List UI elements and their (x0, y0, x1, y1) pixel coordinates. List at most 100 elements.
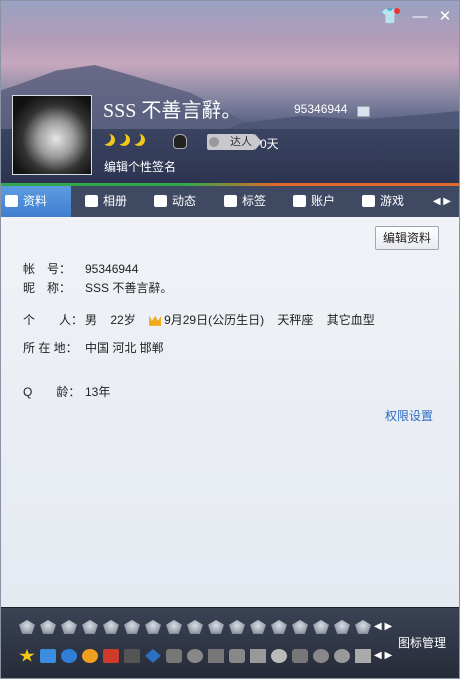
location-label: 所 在 地： (23, 341, 78, 355)
tab-bar: 资料 相册 动态 标签 账户 游戏 ◀ ▶ (1, 186, 459, 217)
diamond-icon[interactable] (187, 619, 203, 634)
permission-settings-link[interactable]: 权限设置 (385, 407, 433, 424)
camera-icon[interactable] (40, 648, 56, 663)
edit-icon[interactable] (355, 648, 371, 663)
icon-row-1-scroll-arrows[interactable]: ◀ ▶ (374, 621, 392, 632)
tab-feed[interactable]: 动态 (150, 186, 196, 217)
feed-icon (154, 195, 167, 207)
pai-icon[interactable] (334, 648, 350, 663)
age-value: 22岁 (110, 313, 136, 327)
birthday-value: 9月29日(公历生日) (164, 313, 265, 327)
diamond-icon[interactable] (229, 619, 245, 634)
heart-icon[interactable] (355, 619, 371, 634)
computer-icon[interactable] (145, 619, 161, 634)
nickname-value: SSS 不善言辭。 (85, 281, 173, 295)
nickname-label: 昵 称： (23, 281, 72, 295)
signature-field[interactable]: 编辑个性签名 (104, 158, 176, 175)
qq-number: 95346944 (294, 102, 348, 116)
tab-label: 账户 (311, 194, 336, 208)
penguin-icon[interactable] (103, 619, 119, 634)
game-icon[interactable] (103, 648, 119, 663)
edit-profile-button[interactable]: 编辑资料 (375, 226, 439, 250)
briefcase-icon (293, 195, 306, 207)
account-row: 帐 号： 95346944 (23, 260, 138, 277)
blood-type-value: 其它血型 (326, 313, 375, 327)
pet-icon[interactable] (271, 648, 287, 663)
account-value: 95346944 (85, 262, 139, 276)
service-icon-row-2 (19, 648, 376, 666)
diamond-icon[interactable] (208, 619, 224, 634)
qage-row: Q 龄： 13年 (23, 383, 110, 400)
nickname-title: SSS 不善言辭。 (103, 100, 242, 122)
location-value: 中国 河北 邯郸 (85, 341, 164, 355)
shield-icon[interactable] (166, 648, 182, 663)
diamond-icon[interactable] (271, 619, 287, 634)
music-icon[interactable] (187, 648, 203, 663)
tab-scroll-arrows[interactable]: ◀ ▶ (433, 186, 451, 217)
notification-dot (394, 8, 400, 14)
star-icon[interactable] (19, 648, 35, 662)
heart-icon[interactable] (19, 619, 35, 634)
profile-content: 编辑资料 帐 号： 95346944 昵 称： SSS 不善言辭。 个 人：男 22… (1, 217, 459, 607)
shield-icon[interactable] (292, 648, 308, 663)
tab-label: 资料 (23, 194, 48, 208)
film-icon[interactable] (208, 648, 224, 663)
app-icon[interactable] (124, 648, 140, 663)
nickname-row: 昵 称： SSS 不善言辭。 (23, 279, 172, 296)
gender-value: 男 (85, 313, 98, 327)
minimize-button[interactable]: — (409, 7, 431, 27)
tab-album[interactable]: 相册 (81, 186, 127, 217)
qzone-icon[interactable] (61, 648, 77, 663)
location-row: 所 在 地： 中国 河北 邯郸 (23, 339, 164, 356)
heart-icon[interactable] (40, 619, 56, 634)
text-icon[interactable] (250, 648, 266, 663)
moon-icon (103, 134, 115, 146)
tab-games[interactable]: 游戏 (358, 186, 404, 217)
diamond-icon[interactable] (250, 619, 266, 634)
skin-button[interactable]: 👕 (379, 7, 401, 27)
close-button[interactable]: ✕ (434, 7, 456, 27)
moon-icon (133, 134, 145, 146)
bookmark-icon (224, 195, 237, 207)
avatar[interactable] (12, 95, 92, 175)
profile-header: 👕 — ✕ SSS 不善言辭。 95346944 达人 0天 编辑个性签名 (1, 1, 459, 186)
icon-row-2-scroll-arrows[interactable]: ◀ ▶ (374, 650, 392, 661)
personal-row: 个 人：男 22岁 9月29日(公历生日) 天秤座 其它血型 (23, 311, 375, 328)
camera-icon[interactable] (229, 648, 245, 663)
wing-icon[interactable] (82, 619, 98, 634)
moon-icon (118, 134, 130, 146)
talent-days: 0天 (260, 137, 279, 151)
profile-window: 👕 — ✕ SSS 不善言辭。 95346944 达人 0天 编辑个性签名 资料… (0, 0, 460, 679)
tab-label: 游戏 (380, 194, 405, 208)
copy-number-icon[interactable] (357, 106, 370, 117)
diamond-icon[interactable] (166, 619, 182, 634)
talent-badge[interactable]: 达人 (207, 134, 262, 150)
diamond-icon[interactable] (292, 619, 308, 634)
diamond-icon[interactable] (124, 619, 140, 634)
qage-label: Q 龄： (23, 385, 81, 399)
circle-icon[interactable] (313, 648, 329, 663)
tab-tags[interactable]: 标签 (220, 186, 266, 217)
icon-manage-button[interactable]: 图标管理 (398, 634, 446, 651)
diamond-icon[interactable] (334, 619, 350, 634)
photo-icon (85, 195, 98, 207)
tab-label: 相册 (103, 194, 128, 208)
qage-value: 13年 (85, 385, 111, 399)
crown-icon (149, 315, 162, 326)
tab-profile[interactable]: 资料 (1, 186, 71, 217)
penguin-icon[interactable] (173, 134, 187, 149)
personal-label: 个 人： (23, 313, 84, 327)
star-icon[interactable] (313, 619, 329, 634)
penguin-icon[interactable] (61, 619, 77, 634)
service-icon-bar: ◀ ▶ ◀ ▶ 图标管理 (1, 607, 459, 678)
tab-account[interactable]: 账户 (289, 186, 335, 217)
tab-label: 动态 (172, 194, 197, 208)
zodiac-value: 天秤座 (277, 313, 314, 327)
badge-icon[interactable] (145, 648, 161, 663)
level-moons[interactable] (103, 134, 148, 150)
service-icon-row-1 (19, 619, 376, 637)
tab-label: 标签 (242, 194, 267, 208)
pet-icon[interactable] (82, 648, 98, 663)
id-card-icon (5, 195, 18, 207)
account-label: 帐 号： (23, 262, 72, 276)
